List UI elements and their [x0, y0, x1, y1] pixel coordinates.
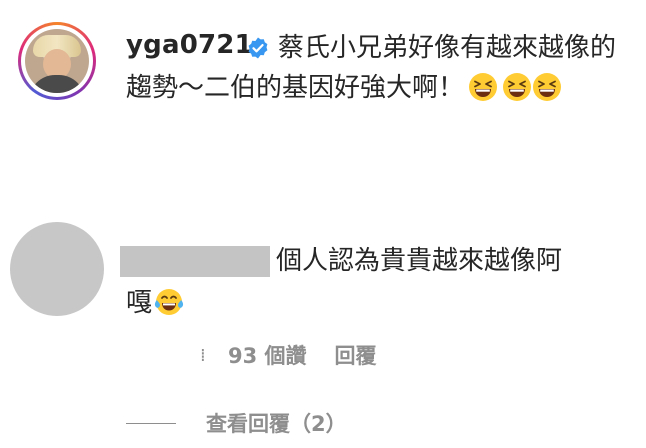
comment-meta: ⁞ 93 個讚 回覆 — [200, 340, 377, 370]
post-caption: 蔡氏小兄弟好像有越來越像的趨勢～二伯的基因好強大啊！ — [126, 28, 626, 108]
avatar-shirt — [29, 75, 85, 93]
view-replies-button[interactable]: 查看回覆（2） — [126, 408, 347, 438]
face-with-tears-of-joy-icon — [154, 289, 184, 315]
comment-text: 個人認為貴貴越來越像阿嘎 — [126, 246, 563, 318]
more-options-icon[interactable]: ⁞ — [200, 345, 228, 366]
story-ring-avatar[interactable] — [18, 22, 96, 100]
avatar-border — [21, 25, 93, 97]
avatar-photo — [25, 29, 89, 93]
commenter-avatar[interactable] — [10, 222, 104, 316]
comment-body: 個人認為貴貴越來越像阿嘎 — [126, 240, 586, 324]
reply-button[interactable]: 回覆 — [335, 340, 377, 370]
comment-likes[interactable]: 93 個讚 — [228, 340, 307, 370]
divider-line — [126, 422, 176, 424]
grinning-squinting-face-icon — [469, 73, 498, 101]
grinning-squinting-face-icon — [503, 73, 532, 101]
grinning-squinting-face-icon — [533, 73, 562, 101]
view-replies-label: 查看回覆（2） — [206, 412, 347, 436]
